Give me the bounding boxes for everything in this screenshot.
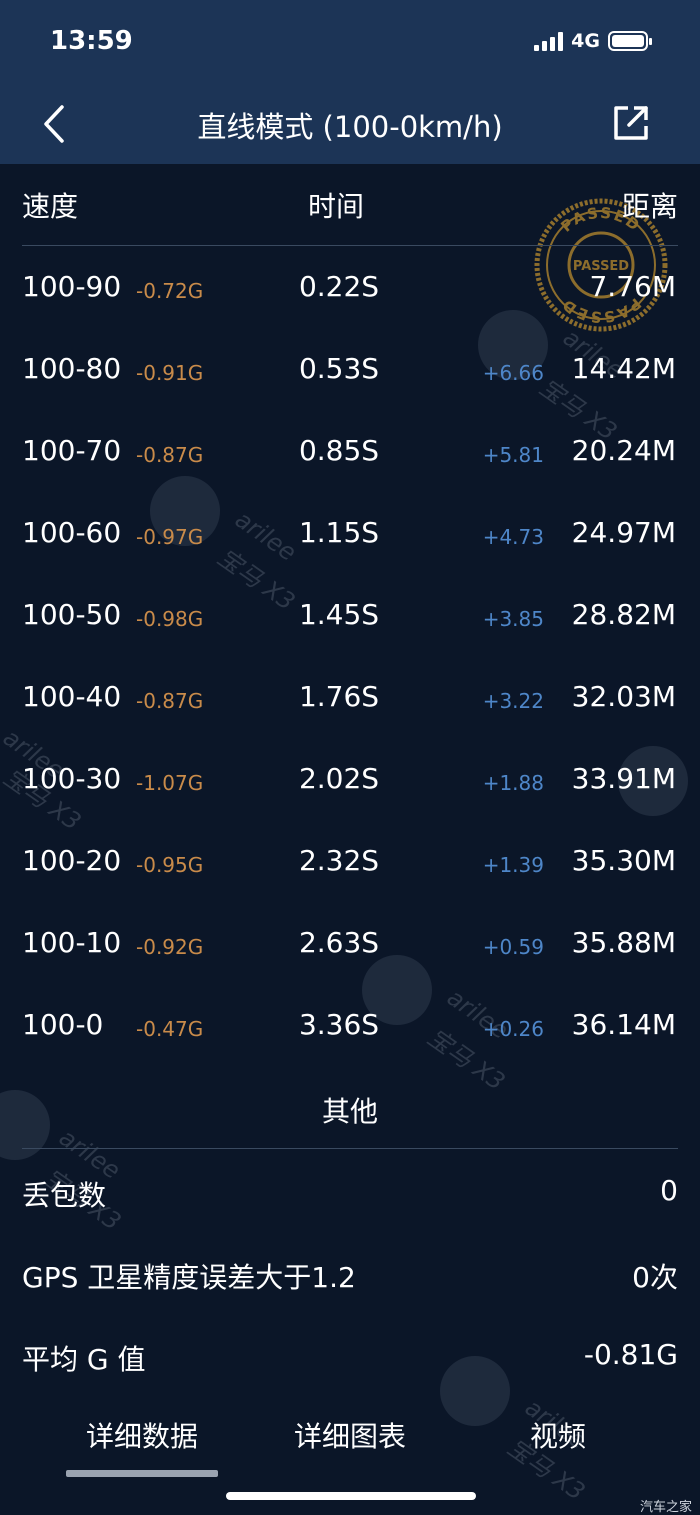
data-table: 100-90 -0.72G 0.22S 7.76M 100-80 -0.91G … — [0, 250, 700, 1070]
row-delta: +1.39 — [482, 853, 544, 877]
row-distance: 24.97M — [571, 516, 676, 549]
row-delta: +3.85 — [482, 607, 544, 631]
table-row: 100-90 -0.72G 0.22S 7.76M — [0, 250, 700, 332]
stat-value: 0 — [660, 1174, 678, 1207]
row-speed: 100-90 — [22, 270, 122, 303]
row-time: 0.53S — [298, 352, 380, 385]
row-g-value: -0.95G — [136, 853, 204, 877]
share-icon[interactable] — [612, 104, 650, 142]
row-time: 1.15S — [298, 516, 380, 549]
table-row: 100-40 -0.87G 1.76S +3.22 32.03M — [0, 660, 700, 742]
row-distance: 36.14M — [571, 1008, 676, 1041]
stat-average-g: 平均 G 值 -0.81G — [22, 1338, 678, 1378]
table-row: 100-10 -0.92G 2.63S +0.59 35.88M — [0, 906, 700, 988]
row-distance: 14.42M — [571, 352, 676, 385]
row-distance: 35.88M — [571, 926, 676, 959]
header-speed: 速度 — [22, 190, 79, 223]
row-g-value: -0.87G — [136, 689, 204, 713]
tab-detailed-data[interactable]: 详细数据 — [66, 1415, 218, 1455]
battery-icon — [608, 31, 652, 51]
status-icons: 4G — [534, 30, 652, 52]
row-speed: 100-80 — [22, 352, 122, 385]
row-speed: 100-60 — [22, 516, 122, 549]
header-divider — [22, 245, 678, 246]
row-distance: 20.24M — [571, 434, 676, 467]
table-row: 100-50 -0.98G 1.45S +3.85 28.82M — [0, 578, 700, 660]
row-delta: +5.81 — [482, 443, 544, 467]
row-time: 2.02S — [298, 762, 380, 795]
row-speed: 100-70 — [22, 434, 122, 467]
row-delta: +4.73 — [482, 525, 544, 549]
stat-label: 丢包数 — [22, 1179, 107, 1212]
table-row: 100-30 -1.07G 2.02S +1.88 33.91M — [0, 742, 700, 824]
other-divider — [22, 1148, 678, 1149]
page-title: 直线模式 (100-0km/h) — [197, 110, 503, 144]
table-header: 速度 时间 距离 — [22, 185, 678, 229]
row-g-value: -0.91G — [136, 361, 204, 385]
signal-icon — [534, 31, 564, 51]
tab-detailed-chart[interactable]: 详细图表 — [274, 1415, 426, 1455]
stat-label: GPS 卫星精度误差大于1.2 — [22, 1261, 356, 1294]
row-speed: 100-50 — [22, 598, 122, 631]
bottom-tabs: 详细数据 详细图表 视频 — [0, 1415, 700, 1475]
row-distance: 32.03M — [571, 680, 676, 713]
table-row: 100-0 -0.47G 3.36S +0.26 36.14M — [0, 988, 700, 1070]
status-time: 13:59 — [50, 26, 133, 56]
row-g-value: -0.47G — [136, 1017, 204, 1041]
row-g-value: -0.98G — [136, 607, 204, 631]
stat-packet-loss: 丢包数 0 — [22, 1174, 678, 1214]
active-tab-indicator — [66, 1470, 218, 1477]
stat-gps-error: GPS 卫星精度误差大于1.2 0次 — [22, 1256, 678, 1296]
row-time: 1.76S — [298, 680, 380, 713]
row-distance: 33.91M — [571, 762, 676, 795]
row-g-value: -0.72G — [136, 279, 204, 303]
row-speed: 100-40 — [22, 680, 122, 713]
table-row: 100-80 -0.91G 0.53S +6.66 14.42M — [0, 332, 700, 414]
stat-value: 0次 — [632, 1261, 678, 1294]
table-row: 100-60 -0.97G 1.15S +4.73 24.97M — [0, 496, 700, 578]
table-row: 100-70 -0.87G 0.85S +5.81 20.24M — [0, 414, 700, 496]
row-time: 0.22S — [298, 270, 380, 303]
row-speed: 100-10 — [22, 926, 122, 959]
stat-label: 平均 G 值 — [22, 1343, 146, 1376]
header-time: 时间 — [308, 190, 365, 223]
row-delta: +3.22 — [482, 689, 544, 713]
row-distance: 28.82M — [571, 598, 676, 631]
row-g-value: -0.92G — [136, 935, 204, 959]
top-bar: 13:59 4G 直线模式 (100-0km/h) — [0, 0, 700, 164]
row-distance: 35.30M — [571, 844, 676, 877]
home-indicator[interactable] — [226, 1492, 476, 1500]
row-delta: +1.88 — [482, 771, 544, 795]
row-time: 3.36S — [298, 1008, 380, 1041]
row-g-value: -0.87G — [136, 443, 204, 467]
row-g-value: -0.97G — [136, 525, 204, 549]
site-watermark: 汽车之家 — [639, 1500, 692, 1515]
table-row: 100-20 -0.95G 2.32S +1.39 35.30M — [0, 824, 700, 906]
other-section-title: 其他 — [321, 1095, 378, 1128]
row-g-value: -1.07G — [136, 771, 204, 795]
row-time: 0.85S — [298, 434, 380, 467]
header-distance: 距离 — [621, 190, 678, 223]
tab-video[interactable]: 视频 — [508, 1415, 608, 1455]
row-time: 2.63S — [298, 926, 380, 959]
row-delta: +0.59 — [482, 935, 544, 959]
stat-value: -0.81G — [583, 1338, 678, 1371]
row-distance: 7.76M — [589, 270, 676, 303]
row-speed: 100-20 — [22, 844, 122, 877]
row-speed: 100-0 — [22, 1008, 104, 1041]
network-label: 4G — [571, 30, 600, 52]
row-speed: 100-30 — [22, 762, 122, 795]
row-time: 2.32S — [298, 844, 380, 877]
row-delta: +6.66 — [482, 361, 544, 385]
row-delta: +0.26 — [482, 1017, 544, 1041]
row-time: 1.45S — [298, 598, 380, 631]
